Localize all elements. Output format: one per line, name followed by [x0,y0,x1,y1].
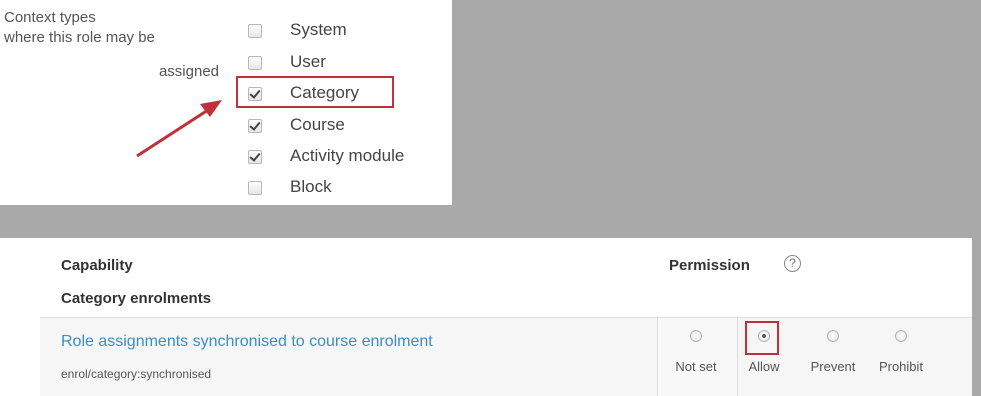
capability-name-link[interactable]: Role assignments synchronised to course … [61,333,433,351]
permission-column-header: Permission [669,257,750,274]
capability-column-header: Capability [61,257,133,274]
permission-option-label: Prevent [810,359,856,374]
permission-option-prevent[interactable]: Prevent [798,330,868,374]
permission-option-not-set[interactable]: Not set [661,330,731,374]
help-icon[interactable]: ? [784,255,801,272]
permission-option-prohibit[interactable]: Prohibit [866,330,936,374]
permission-option-label: Allow [748,359,780,374]
radio-not-set[interactable] [690,330,702,342]
capability-code: enrol/category:synchronised [61,367,212,381]
capability-group-heading: Category enrolments [61,290,212,307]
row-divider [40,317,972,318]
radio-prevent[interactable] [827,330,839,342]
allow-highlight-box [745,321,779,355]
permission-option-label: Prohibit [878,359,924,374]
permission-option-label: Not set [675,359,717,374]
radio-prohibit[interactable] [895,330,907,342]
